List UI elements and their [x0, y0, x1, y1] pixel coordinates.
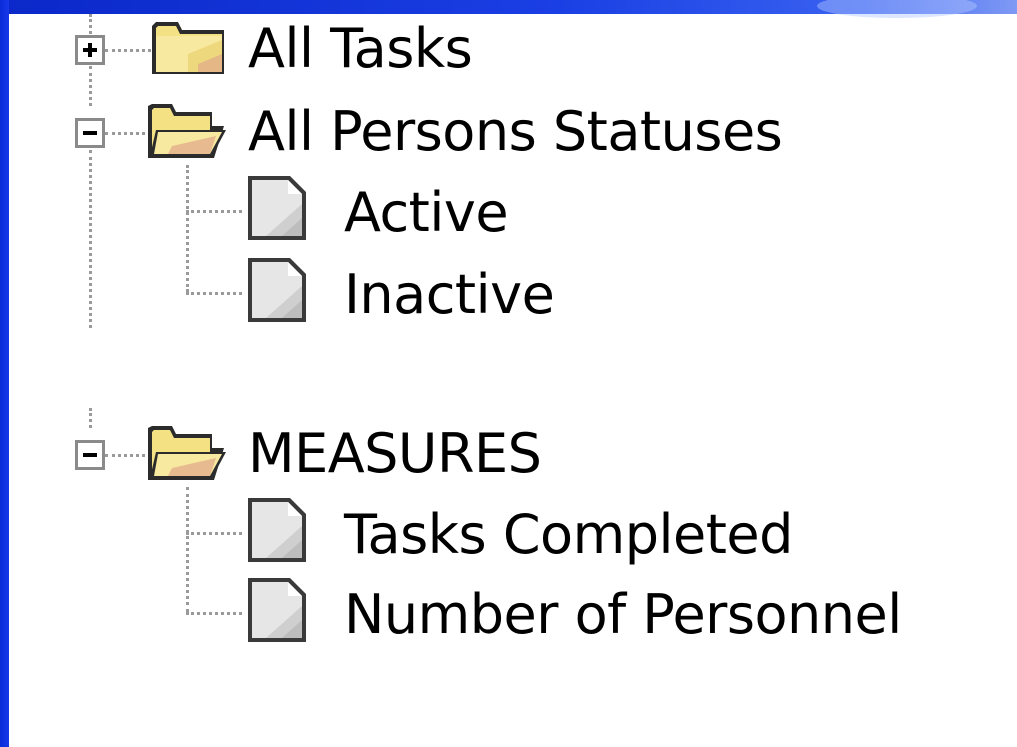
node-label[interactable]: Number of Personnel: [344, 588, 902, 642]
node-label[interactable]: Active: [344, 186, 509, 240]
tree-view: All Tasks All Persons Statuses Active In…: [0, 0, 1017, 747]
tree-connector: [186, 612, 242, 615]
minus-icon: [83, 131, 97, 135]
folder-icon: [148, 14, 228, 78]
minus-icon: [83, 453, 97, 457]
tree-connector: [186, 210, 242, 213]
collapse-button[interactable]: [75, 440, 105, 470]
tree-connector: [186, 532, 242, 535]
tree-connector: [186, 487, 189, 612]
document-icon: [244, 494, 312, 566]
tree-connector: [105, 49, 151, 52]
tree-connector: [89, 14, 92, 34]
folder-open-icon: [142, 418, 230, 484]
tree-connector: [186, 292, 242, 295]
node-label[interactable]: All Persons Statuses: [248, 105, 783, 159]
document-icon: [244, 172, 312, 244]
collapse-button[interactable]: [75, 118, 105, 148]
node-label[interactable]: MEASURES: [248, 427, 542, 481]
node-label[interactable]: All Tasks: [248, 22, 473, 76]
document-icon: [244, 574, 312, 646]
tree-connector: [89, 150, 92, 328]
folder-open-icon: [142, 96, 230, 162]
tree-connector: [186, 165, 189, 292]
tree-connector: [105, 132, 145, 135]
node-label[interactable]: Tasks Completed: [344, 508, 793, 562]
tree-connector: [105, 454, 145, 457]
tree-connector: [89, 408, 92, 428]
expand-button[interactable]: [75, 35, 105, 65]
plus-icon-stem: [88, 43, 92, 57]
document-icon: [244, 254, 312, 326]
tree-connector: [89, 66, 92, 106]
node-label[interactable]: Inactive: [344, 268, 555, 322]
